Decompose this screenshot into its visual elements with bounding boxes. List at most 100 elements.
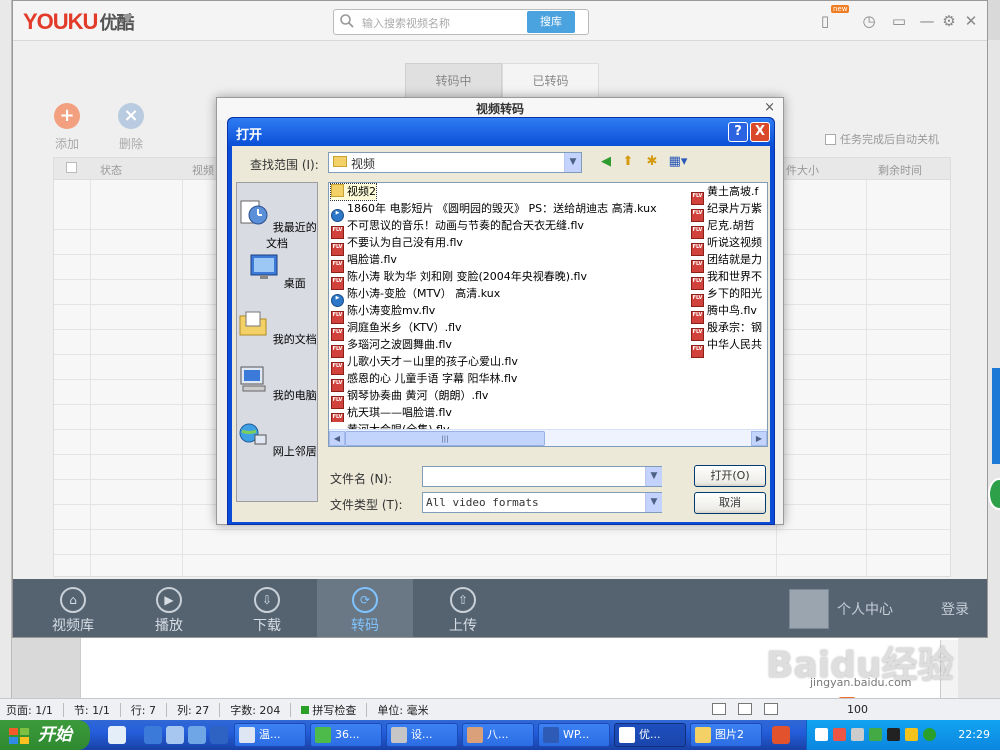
avatar[interactable]	[789, 589, 829, 629]
list-item[interactable]: FLV 我和世界不	[691, 269, 762, 290]
side-tab[interactable]	[992, 368, 1000, 464]
lookin-dropdown[interactable]: 视频 ▼	[328, 152, 582, 173]
minimize-icon[interactable]: —	[917, 11, 937, 31]
list-item[interactable]: FLV 腾中鸟.flv	[691, 303, 757, 324]
scroll-left-icon[interactable]: ◀	[329, 431, 345, 446]
quicklaunch-icon[interactable]	[166, 726, 184, 744]
tray-icon[interactable]	[887, 728, 900, 741]
cancel-button[interactable]: 取消	[694, 492, 766, 514]
taskbar-item[interactable]: 八...	[462, 723, 534, 747]
place-network[interactable]: 网上邻居	[237, 419, 317, 459]
back-icon[interactable]: ◀	[596, 152, 616, 172]
chevron-down-icon[interactable]: ▼	[645, 467, 662, 486]
up-folder-icon[interactable]: ⬆	[618, 152, 638, 172]
view-menu-icon[interactable]: ▦▾	[664, 152, 692, 172]
zoom-level[interactable]: 100	[847, 703, 868, 716]
delete-button[interactable]: × 删除	[111, 103, 151, 152]
message-icon[interactable]: ▭	[889, 11, 909, 31]
close-button[interactable]: X	[750, 122, 770, 142]
select-all-checkbox[interactable]	[66, 162, 77, 173]
phone-icon[interactable]: ▯	[815, 11, 835, 31]
list-item[interactable]: FLV 多瑙河之波圆舞曲.flv	[331, 337, 452, 358]
search-button[interactable]: 搜库	[527, 11, 575, 33]
web-view-icon[interactable]	[764, 703, 778, 718]
close-icon[interactable]: ✕	[961, 11, 981, 31]
tab-transcoding[interactable]: 转码中	[405, 63, 502, 97]
list-item[interactable]: FLV 听说这视频	[691, 235, 762, 256]
list-item[interactable]: FLV 陈小涛 耿为华 刘和刚 变脸(2004年央视春晚).flv	[331, 269, 587, 290]
list-item[interactable]: FLV 中华人民共	[691, 337, 762, 358]
list-item[interactable]: ▶ 陈小涛-变脸（MTV） 高清.kux	[331, 286, 500, 307]
view-mode-icon[interactable]	[712, 703, 726, 718]
place-my-documents[interactable]: 我的文档	[237, 307, 317, 347]
filename-field[interactable]	[422, 466, 662, 487]
taskbar-item[interactable]: 设...	[386, 723, 458, 747]
list-item[interactable]: FLV 不要认为自己没有用.flv	[331, 235, 463, 256]
list-item[interactable]: 视频2	[330, 183, 377, 201]
list-item[interactable]: FLV 洞庭鱼米乡（KTV）.flv	[331, 320, 462, 341]
horizontal-scrollbar[interactable]: ◀ ||| ▶	[329, 429, 767, 446]
place-recent[interactable]: 我最近的文档	[237, 195, 317, 251]
taskbar-item[interactable]: 36...	[310, 723, 382, 747]
chevron-down-icon[interactable]: ▼	[564, 153, 581, 172]
outline-view-icon[interactable]	[738, 703, 752, 718]
scroll-right-icon[interactable]: ▶	[751, 431, 767, 446]
list-item[interactable]: FLV 尼克.胡哲	[691, 218, 755, 239]
list-item[interactable]: FLV 乡下的阳光	[691, 286, 762, 307]
history-icon[interactable]: ◷	[859, 11, 879, 31]
list-item[interactable]: FLV 儿歌小天才－山里的孩子心爱山.flv	[331, 354, 518, 375]
login-link[interactable]: 登录	[941, 599, 969, 619]
filetype-select[interactable]: All video formats	[422, 492, 662, 513]
list-item[interactable]: FLV 黄土高坡.f	[691, 184, 758, 205]
list-item[interactable]: FLV 钢琴协奏曲 黄河（朗朗）.flv	[331, 388, 488, 409]
list-item[interactable]: FLV 纪录片万紫	[691, 201, 762, 222]
taskbar-item[interactable]: 图片2	[690, 723, 762, 747]
nav-transcode[interactable]: ⟳ 转码	[317, 579, 413, 637]
place-my-computer[interactable]: 我的电脑	[237, 363, 317, 403]
open-button[interactable]: 打开(O)	[694, 465, 766, 487]
chevron-down-icon[interactable]: ▼	[123, 11, 132, 25]
nav-download[interactable]: ⇩ 下载	[219, 579, 315, 637]
wps-icon[interactable]	[772, 726, 790, 744]
nav-play[interactable]: ▶ 播放	[121, 579, 217, 637]
list-item[interactable]: FLV 杭天琪——唱脸谱.flv	[331, 405, 452, 426]
scroll-thumb[interactable]: |||	[345, 431, 545, 446]
new-folder-icon[interactable]: ✱	[642, 152, 662, 172]
tab-transcoded[interactable]: 已转码	[502, 63, 599, 97]
help-button[interactable]: ?	[728, 122, 748, 142]
list-item[interactable]: FLV 不可思议的音乐！动画与节奏的配合天衣无缝.flv	[331, 218, 584, 239]
tray-icon[interactable]	[869, 728, 882, 741]
list-item[interactable]: FLV 殷承宗：钢	[691, 320, 762, 341]
auto-shutdown-checkbox[interactable]: 任务完成后自动关机	[825, 131, 939, 147]
ie-icon[interactable]	[144, 726, 162, 744]
taskbar-item[interactable]: 优...	[614, 723, 686, 747]
nav-video-library[interactable]: ⌂ 视频库	[25, 579, 121, 637]
tray-icon[interactable]	[905, 728, 918, 741]
list-item[interactable]: FLV 团结就是力	[691, 252, 762, 273]
user-center-link[interactable]: 个人中心	[837, 599, 893, 619]
quicklaunch-icon[interactable]	[108, 726, 126, 744]
list-item[interactable]: FLV 感恩的心 儿童手语 字幕 阳华林.flv	[331, 371, 517, 392]
chevron-down-icon[interactable]: ▼	[645, 493, 662, 512]
settings-icon[interactable]: ⚙	[939, 11, 959, 31]
spellcheck-toggle[interactable]: 拼写检查	[301, 702, 356, 718]
status-unit[interactable]: 单位: 毫米	[377, 702, 428, 718]
tray-icon[interactable]	[815, 728, 828, 741]
tray-icon[interactable]	[833, 728, 846, 741]
quicklaunch-icon[interactable]	[210, 726, 228, 744]
start-button[interactable]: 开始	[0, 720, 90, 750]
close-icon[interactable]: ×	[764, 100, 775, 115]
place-desktop[interactable]: 桌面	[237, 251, 317, 291]
list-item[interactable]: FLV 陈小涛变脸mv.flv	[331, 303, 435, 324]
add-button[interactable]: + 添加	[47, 103, 87, 152]
clock[interactable]: 22:29	[958, 728, 990, 741]
nav-upload[interactable]: ⇧ 上传	[415, 579, 511, 637]
tray-icon[interactable]	[923, 728, 936, 741]
taskbar-item[interactable]: WP...	[538, 723, 610, 747]
list-item[interactable]: ▶ 1860年 电影短片 《圆明园的毁灭》 PS：送给胡迪志 高清.kux	[331, 201, 657, 222]
status-word-count[interactable]: 字数: 204	[230, 702, 280, 718]
tray-icon[interactable]	[851, 728, 864, 741]
quicklaunch-icon[interactable]	[188, 726, 206, 744]
taskbar-item[interactable]: 温...	[234, 723, 306, 747]
list-item[interactable]: FLV 唱脸谱.flv	[331, 252, 397, 273]
